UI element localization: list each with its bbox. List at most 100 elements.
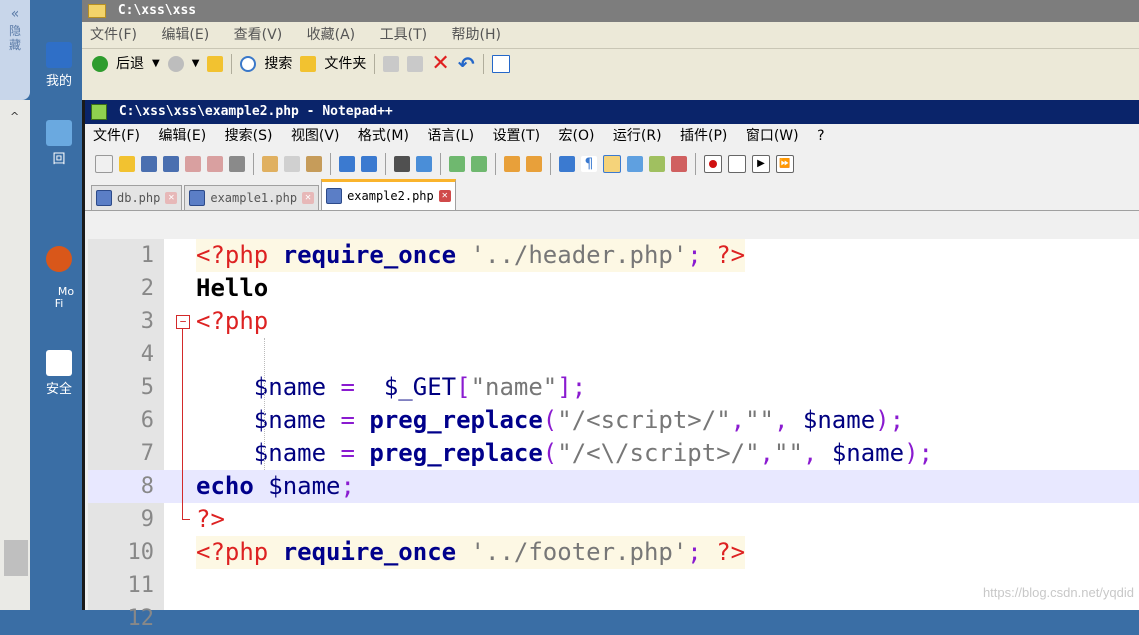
fold-collapse-icon[interactable]: − [176,315,190,329]
line-number: 6 [140,408,154,433]
views-icon[interactable] [491,55,510,73]
find-icon[interactable] [394,156,410,172]
paste-icon[interactable] [306,156,322,172]
line-code: Hello [196,274,269,302]
explorer-toolbar: 后退 ▼ ▼ 搜索 文件夹 ✕ ↶ [82,49,1139,79]
desktop-icon-security[interactable]: 安全 [34,350,84,397]
replace-icon[interactable] [416,156,432,172]
folders-button[interactable]: 文件夹 [324,49,366,79]
zoom-in-icon[interactable] [449,156,465,172]
menu-tools[interactable]: 工具(T) [380,27,427,43]
computer-icon [46,42,72,68]
tab-example2-php[interactable]: example2.php ✕ [321,179,456,210]
notepad-title: C:\xss\xss\example2.php - Notepad++ [118,104,393,119]
sync-horizontal-icon[interactable] [526,156,542,172]
menu-file[interactable]: 文件(F) [90,27,137,43]
undo-icon[interactable] [339,156,355,172]
tab-db-php[interactable]: db.php ✕ [91,185,183,210]
explorer-menu-bar: 文件(F) 编辑(E) 查看(V) 收藏(A) 工具(T) 帮助(H) [82,22,1139,49]
folder-icon [88,3,106,18]
show-all-chars-icon[interactable]: ¶ [581,156,597,172]
toolbar-separator [482,54,484,74]
delete-icon[interactable]: ✕ [431,49,449,79]
menu-view[interactable]: 视图(V) [291,128,340,144]
tab-example1-php[interactable]: example1.php ✕ [184,185,320,210]
save-icon[interactable] [141,156,157,172]
stop-macro-icon[interactable] [728,155,746,173]
cut-icon[interactable] [262,156,278,172]
menu-help[interactable]: 帮助(H) [452,27,501,43]
menu-plugins[interactable]: 插件(P) [680,128,727,144]
code-editor[interactable]: 1 <?php require_once '../header.php'; ?>… [88,239,1139,631]
menu-favorites[interactable]: 收藏(A) [307,27,356,43]
code-line: 11 [88,569,1139,602]
menu-edit[interactable]: 编辑(E) [161,27,209,43]
menu-help[interactable]: ? [817,128,824,144]
close-file-icon[interactable] [185,156,201,172]
menu-run[interactable]: 运行(R) [613,128,662,144]
line-code: ?> [196,505,225,533]
line-code: <?php require_once '../header.php'; ?> [196,239,746,272]
fold-line [182,329,183,519]
chevron-up-icon[interactable]: ^ [10,110,19,123]
save-all-icon[interactable] [163,156,179,172]
toolbar-separator [695,153,696,175]
desktop-icon-label: 我的 [45,74,72,89]
run-macro-multiple-icon[interactable]: ⏩ [776,155,794,173]
menu-file[interactable]: 文件(F) [93,128,140,144]
search-icon [240,56,257,72]
forward-arrow-icon[interactable] [167,56,184,72]
function-list-icon[interactable] [671,156,687,172]
shortcut-icon [46,350,72,376]
redo-icon[interactable] [361,156,377,172]
desktop-icon-firefox[interactable]: Mo Fi [34,222,84,322]
search-button[interactable]: 搜索 [264,49,292,79]
back-button[interactable]: 后退 [116,49,144,79]
forward-dropdown-icon[interactable]: ▼ [192,49,200,79]
line-number: 11 [127,573,155,598]
desktop-icon-my[interactable]: 我的 [34,42,84,89]
line-number: 2 [140,276,154,301]
move-to-icon[interactable] [383,56,400,72]
menu-settings[interactable]: 设置(T) [493,128,540,144]
close-icon[interactable]: ✕ [302,192,315,204]
record-macro-icon[interactable] [704,155,722,173]
open-file-icon[interactable] [119,156,135,172]
scrollbar-thumb[interactable] [4,540,28,576]
sync-vertical-icon[interactable] [504,156,520,172]
code-line: 1 <?php require_once '../header.php'; ?> [88,239,1139,272]
play-macro-icon[interactable]: ▶ [752,155,770,173]
undo-icon[interactable]: ↶ [458,49,475,79]
desktop-icon-recycle[interactable]: 回 [34,120,84,167]
zoom-out-icon[interactable] [471,156,487,172]
notepad-title-bar[interactable]: C:\xss\xss\example2.php - Notepad++ [85,100,1139,124]
menu-window[interactable]: 窗口(W) [746,128,799,144]
up-folder-icon[interactable] [207,56,224,72]
close-icon[interactable]: ✕ [165,192,178,204]
doc-map-icon[interactable] [649,156,665,172]
code-line: 2 Hello [88,272,1139,305]
notepad-app-icon [91,103,107,120]
fold-end-marker [182,519,190,520]
print-icon[interactable] [229,156,245,172]
menu-search[interactable]: 搜索(S) [225,128,273,144]
close-all-icon[interactable] [207,156,223,172]
file-tabs: db.php ✕ example1.php ✕ example2.php ✕ [85,179,1139,211]
back-dropdown-icon[interactable]: ▼ [152,49,160,79]
menu-macro[interactable]: 宏(O) [559,128,595,144]
explorer-title-bar[interactable]: C:\xss\xss [82,0,1139,22]
menu-edit[interactable]: 编辑(E) [158,128,206,144]
line-number: 1 [140,243,154,268]
user-lang-icon[interactable] [627,156,643,172]
close-icon[interactable]: ✕ [438,190,451,202]
indent-guide-icon[interactable] [603,155,621,173]
menu-language[interactable]: 语言(L) [427,128,474,144]
copy-to-icon[interactable] [407,56,424,72]
notepad-window: C:\xss\xss\example2.php - Notepad++ 文件(F… [82,100,1139,631]
copy-icon[interactable] [284,156,300,172]
new-file-icon[interactable] [95,155,113,173]
word-wrap-icon[interactable] [559,156,575,172]
menu-format[interactable]: 格式(M) [358,128,409,144]
menu-view[interactable]: 查看(V) [234,27,283,43]
hide-sidebar-tab[interactable]: « 隐藏 [0,0,30,100]
